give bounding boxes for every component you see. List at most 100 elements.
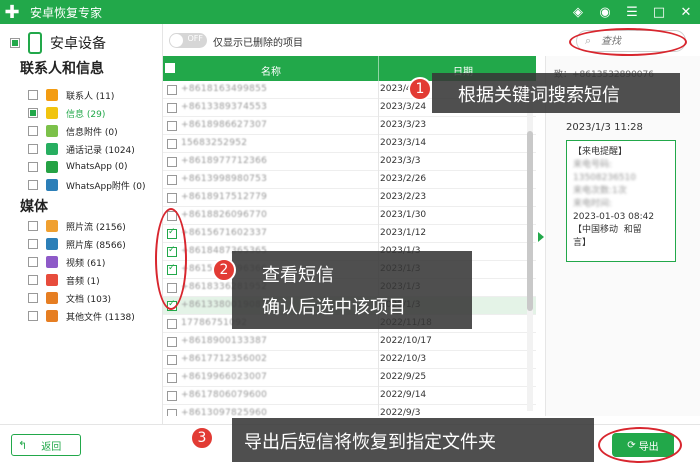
minimize-icon[interactable]: □	[651, 5, 667, 20]
sidebar-item-checkbox[interactable]	[28, 275, 38, 285]
sidebar-item-other-files[interactable]: 其他文件 (1138)	[28, 307, 135, 325]
annotation-3-text: 导出后短信将恢复到指定文件夹	[244, 432, 496, 453]
sidebar-item-label: 视频 (61)	[66, 258, 106, 269]
row-phone-number: +8619966023007	[181, 372, 268, 382]
sidebar-item-checkbox[interactable]	[28, 108, 38, 118]
calls-icon	[46, 143, 58, 155]
sidebar-item-label: WhatsApp (0)	[66, 162, 128, 172]
table-row[interactable]: +8618826096770 2023/1/30	[163, 207, 536, 225]
sidebar-item-photo-library[interactable]: 照片库 (8566)	[28, 235, 126, 253]
other-files-icon	[46, 310, 58, 322]
search-highlight-oval	[569, 28, 687, 56]
row-checkbox[interactable]	[167, 409, 177, 416]
table-row[interactable]: +8619966023007 2022/9/25	[163, 369, 536, 387]
close-icon[interactable]: ✕	[678, 5, 694, 20]
menu-icon[interactable]: ☰	[624, 5, 640, 20]
row-phone-number: +8613097825960	[181, 408, 268, 416]
sidebar-item-label: 联系人 (11)	[66, 91, 115, 102]
row-phone-number: +8617806079600	[181, 390, 268, 400]
phone-icon	[28, 32, 42, 54]
sidebar-item-documents[interactable]: 文档 (103)	[28, 289, 111, 307]
sidebar-item-messages[interactable]: 信息 (29)	[28, 104, 105, 122]
row-checkbox[interactable]	[167, 193, 177, 203]
row-checkbox[interactable]	[167, 121, 177, 131]
table-body: +8618163499855 2023/4/4 +8613389374553 2023…	[163, 81, 536, 416]
sidebar-item-camera-roll[interactable]: 照片流 (2156)	[28, 217, 126, 235]
window-controls: ◈ ◉ ☰ □ ✕	[570, 0, 694, 24]
row-checkbox[interactable]	[167, 337, 177, 347]
scrollbar-thumb[interactable]	[527, 131, 533, 311]
row-date: 2022/9/25	[380, 372, 427, 382]
table-scrollbar[interactable]	[527, 81, 533, 411]
deleted-only-label: 仅显示已删除的项目	[213, 38, 303, 49]
table-row[interactable]: +8617712356002 2022/10/3	[163, 351, 536, 369]
export-highlight-oval	[598, 427, 682, 463]
back-arrow-icon: ↰	[18, 438, 28, 452]
section-media: 媒体	[20, 199, 48, 215]
row-checkbox[interactable]	[167, 157, 177, 167]
sidebar-item-checkbox[interactable]	[28, 162, 38, 172]
row-date: 2022/9/3	[380, 408, 421, 416]
row-date: 2023/3/14	[380, 138, 427, 148]
sidebar-item-checkbox[interactable]	[28, 126, 38, 136]
row-checkbox[interactable]	[167, 103, 177, 113]
deleted-only-toggle[interactable]: OFF	[169, 33, 207, 48]
message-line: 13508236510	[573, 173, 636, 183]
sidebar-item-label: 信息附件 (0)	[66, 127, 118, 138]
column-name[interactable]: 名称	[261, 63, 281, 78]
sidebar-item-checkbox[interactable]	[28, 144, 38, 154]
row-checkbox[interactable]	[167, 139, 177, 149]
chat-icon[interactable]: ◉	[597, 5, 613, 20]
annotation-3-badge: 3	[190, 426, 214, 450]
sidebar-item-checkbox[interactable]	[28, 257, 38, 267]
table-row[interactable]: +8617806079600 2022/9/14	[163, 387, 536, 405]
wifi-icon[interactable]: ◈	[570, 5, 586, 20]
sidebar-item-attachments[interactable]: 信息附件 (0)	[28, 122, 118, 140]
message-bubble: 【来电提醒】 来电号码: 13508236510 来电次数:1次 来电时间: 2…	[566, 140, 676, 262]
sidebar-item-checkbox[interactable]	[28, 311, 38, 321]
back-button[interactable]: ↰ 返回	[11, 434, 81, 456]
annotation-2: 查看短信 确认后选中该项目	[232, 251, 472, 329]
expand-arrow-icon[interactable]	[538, 232, 544, 242]
row-checkbox[interactable]	[167, 355, 177, 365]
sidebar-item-whatsapp[interactable]: WhatsApp (0)	[28, 158, 128, 176]
device-row[interactable]: 安卓设备	[10, 32, 106, 54]
video-icon	[46, 256, 58, 268]
sidebar-item-audio[interactable]: 音频 (1)	[28, 271, 100, 289]
row-date: 2023/1/30	[380, 210, 427, 220]
row-phone-number: +8618826096770	[181, 210, 268, 220]
sidebar-item-label: 信息 (29)	[66, 109, 106, 120]
sidebar-item-checkbox[interactable]	[28, 221, 38, 231]
row-checkbox[interactable]	[167, 391, 177, 401]
sidebar-item-label: 通话记录 (1024)	[66, 145, 135, 156]
app-title: 安卓恢复专家	[30, 5, 103, 20]
table-row[interactable]: +8613998980753 2023/2/26	[163, 171, 536, 189]
sidebar-item-checkbox[interactable]	[28, 180, 38, 190]
sidebar-item-checkbox[interactable]	[28, 90, 38, 100]
row-phone-number: +8618986627307	[181, 120, 268, 130]
row-checkbox[interactable]	[167, 85, 177, 95]
message-line: 【来电提醒】	[573, 147, 628, 157]
sidebar-item-contacts[interactable]: 联系人 (11)	[28, 86, 114, 104]
sidebar-item-checkbox[interactable]	[28, 239, 38, 249]
message-line: 言】	[573, 238, 592, 248]
sidebar-item-calls[interactable]: 通话记录 (1024)	[28, 140, 135, 158]
select-all-checkbox[interactable]	[165, 63, 175, 74]
sidebar-item-whatsapp-attach[interactable]: WhatsApp附件 (0)	[28, 176, 146, 194]
table-row[interactable]: +8618900133387 2022/10/17	[163, 333, 536, 351]
table-row[interactable]: +8618977712366 2023/3/3	[163, 153, 536, 171]
row-checkbox[interactable]	[167, 319, 177, 329]
table-row[interactable]: +8613097825960 2022/9/3	[163, 405, 536, 416]
row-checkbox[interactable]	[167, 175, 177, 185]
row-date: 2023/2/26	[380, 174, 427, 184]
table-row[interactable]: +8618917512779 2023/2/23	[163, 189, 536, 207]
table-row[interactable]: +8618986627307 2023/3/23	[163, 117, 536, 135]
sidebar-item-checkbox[interactable]	[28, 293, 38, 303]
device-checkbox[interactable]	[10, 38, 20, 48]
sidebar-item-video[interactable]: 视频 (61)	[28, 253, 105, 271]
row-checkbox[interactable]	[167, 373, 177, 383]
table-row[interactable]: 15683252952 2023/3/14	[163, 135, 536, 153]
camera-roll-icon	[46, 220, 58, 232]
table-row[interactable]: +8615671602337 2023/1/12	[163, 225, 536, 243]
message-line: 【中国移动 和留	[573, 225, 642, 235]
